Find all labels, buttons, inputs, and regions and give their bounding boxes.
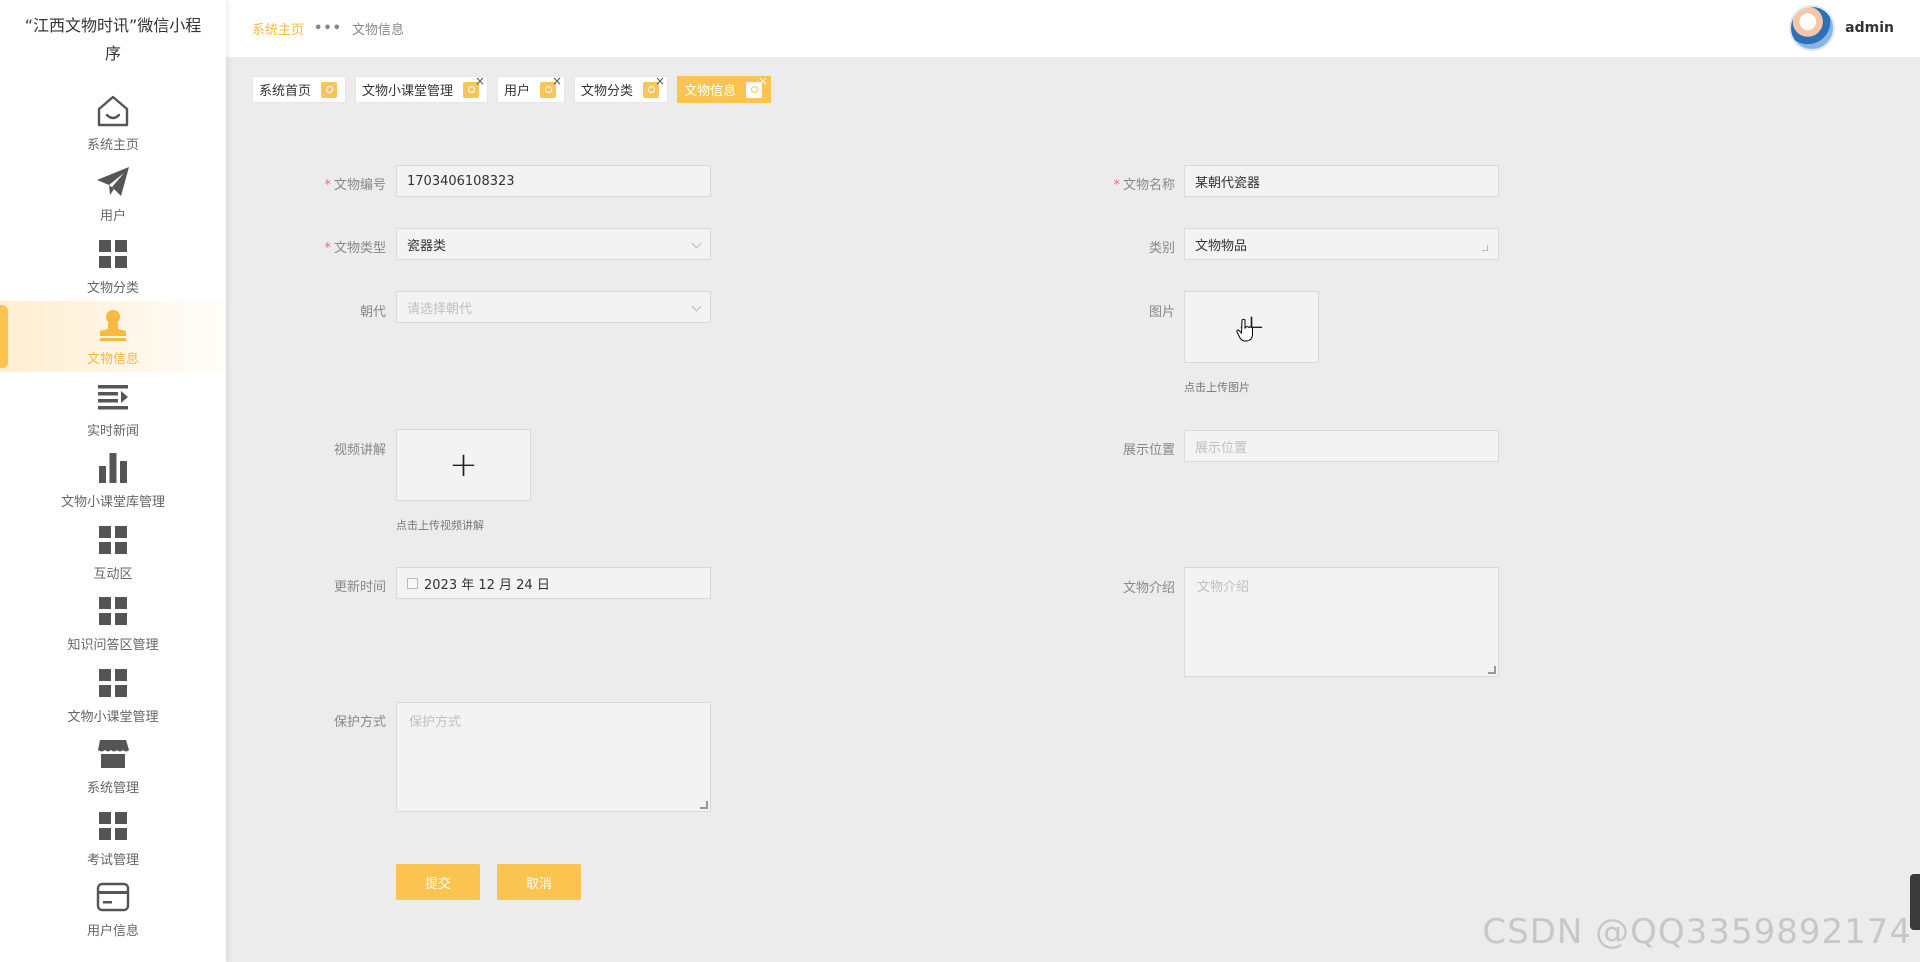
tab-label: 文物信息: [684, 84, 737, 99]
user-menu[interactable]: admin: [1789, 5, 1894, 51]
breadcrumb-home-link[interactable]: 系统主页: [252, 19, 304, 38]
sidebar-item-class-manage[interactable]: 文物小课堂管理: [0, 658, 226, 730]
tab-label: 系统首页: [259, 84, 312, 99]
location-input[interactable]: 展示位置: [1184, 430, 1499, 462]
resize-grip-icon[interactable]: [1488, 666, 1496, 674]
home-icon: [93, 91, 133, 131]
sidebar-item-qa[interactable]: 知识问答区管理: [0, 587, 226, 659]
tab-bar: 系统首页 文物小课堂管理 × 用户 × 文物分类 × 文物信息 ×: [252, 74, 780, 103]
sidebar-item-home[interactable]: 系统主页: [0, 86, 226, 158]
sidebar-item-interaction[interactable]: 互动区: [0, 515, 226, 587]
tab-system-home[interactable]: 系统首页: [252, 76, 347, 103]
sidebar-item-label: 用户: [99, 209, 126, 225]
breadcrumb-separator: •••: [314, 21, 342, 36]
side-widget[interactable]: [1910, 874, 1920, 930]
avatar[interactable]: [1789, 5, 1836, 51]
sidebar-item-class-library[interactable]: 文物小课堂库管理: [0, 444, 226, 516]
close-icon[interactable]: ×: [552, 74, 562, 88]
watermark: CSDN @QQ3359892174: [1482, 912, 1912, 952]
sidebar-item-label: 文物小课堂管理: [67, 709, 159, 725]
sidebar-item-news[interactable]: 实时新闻: [0, 372, 226, 444]
refresh-icon[interactable]: [321, 81, 338, 98]
tab-users[interactable]: 用户 ×: [497, 74, 566, 103]
calendar-icon: [407, 577, 418, 589]
tab-relic-info[interactable]: 文物信息 ×: [677, 74, 772, 103]
plus-icon: +: [449, 445, 478, 485]
tab-label: 用户: [504, 84, 531, 99]
sidebar-menu: 系统主页 用户 文物分类 文物信息 实时新闻 文物小课堂库管理 互动区 知识问答…: [0, 86, 226, 944]
grid-icon: [93, 806, 133, 846]
stamp-icon: [93, 305, 133, 345]
card-icon: [93, 877, 133, 917]
breadcrumb: 系统主页 ••• 文物信息: [226, 19, 404, 38]
image-label: 图片: [1148, 305, 1175, 320]
sidebar-item-exam[interactable]: 考试管理: [0, 801, 226, 873]
chevron-down-icon: [691, 301, 702, 312]
protection-textarea[interactable]: 保护方式: [396, 702, 711, 812]
sidebar-item-label: 系统主页: [86, 137, 139, 153]
sidebar-item-relic-category[interactable]: 文物分类: [0, 229, 226, 301]
video-upload[interactable]: +: [396, 429, 531, 501]
breadcrumb-current: 文物信息: [351, 23, 404, 38]
sidebar-item-label: 考试管理: [86, 852, 139, 868]
top-header: 系统主页 ••• 文物信息 admin: [226, 0, 1920, 57]
close-icon[interactable]: ×: [475, 74, 485, 88]
tab-label: 文物分类: [581, 84, 634, 99]
relic-name-label: * 文物名称: [1113, 178, 1175, 193]
dynasty-select[interactable]: 请选择朝代: [396, 291, 711, 323]
sidebar: “江西文物时讯”微信小程序 系统主页 用户 文物分类 文物信息 实时新闻 文物小…: [0, 0, 226, 962]
grid-icon: [93, 663, 133, 703]
relic-name-input[interactable]: 某朝代瓷器: [1184, 165, 1499, 197]
dynasty-label: 朝代: [359, 305, 386, 320]
sidebar-item-label: 文物分类: [86, 280, 139, 296]
hand-cursor-icon: [1236, 318, 1253, 342]
grid-icon: [93, 234, 133, 274]
relic-code-label: * 文物编号: [324, 178, 386, 193]
resize-corner-icon: [1482, 245, 1488, 251]
sidebar-item-users[interactable]: 用户: [0, 158, 226, 230]
sidebar-item-label: 用户信息: [86, 924, 139, 940]
sidebar-item-user-info[interactable]: 用户信息: [0, 873, 226, 945]
image-upload-hint: 点击上传图片: [1184, 381, 1250, 394]
bar-chart-icon: [93, 448, 133, 488]
tab-label: 文物小课堂管理: [362, 84, 454, 99]
sidebar-item-label: 知识问答区管理: [67, 638, 159, 654]
category-label: 类别: [1148, 241, 1175, 256]
close-icon[interactable]: ×: [655, 74, 665, 88]
username[interactable]: admin: [1845, 20, 1894, 36]
sidebar-item-label: 文物小课堂库管理: [60, 495, 165, 511]
sidebar-item-system[interactable]: 系统管理: [0, 730, 226, 802]
video-label: 视频讲解: [333, 443, 386, 458]
tab-class-manage[interactable]: 文物小课堂管理 ×: [355, 74, 489, 103]
protection-label: 保护方式: [333, 715, 386, 730]
category-input[interactable]: 文物物品: [1184, 228, 1499, 260]
list-icon: [93, 377, 133, 417]
paper-plane-icon: [93, 162, 133, 202]
relic-type-select[interactable]: 瓷器类: [396, 228, 711, 260]
sidebar-item-label: 实时新闻: [86, 423, 139, 439]
relic-type-label: * 文物类型: [324, 241, 386, 256]
grid-icon: [93, 591, 133, 631]
location-label: 展示位置: [1122, 443, 1175, 458]
sidebar-item-label: 文物信息: [86, 352, 139, 368]
submit-button[interactable]: 提交: [396, 864, 480, 900]
tab-relic-category[interactable]: 文物分类 ×: [574, 74, 669, 103]
relic-code-input[interactable]: 1703406108323: [396, 165, 711, 197]
chevron-down-icon: [691, 238, 702, 249]
video-upload-hint: 点击上传视频讲解: [396, 519, 484, 532]
grid-icon: [93, 520, 133, 560]
resize-grip-icon[interactable]: [700, 801, 708, 809]
update-time-picker[interactable]: 2023 年 12 月 24 日: [396, 567, 711, 599]
app-title: “江西文物时讯”微信小程序: [24, 16, 202, 63]
close-icon[interactable]: ×: [758, 74, 768, 88]
intro-textarea[interactable]: 文物介绍: [1184, 567, 1499, 677]
sidebar-item-label: 系统管理: [86, 781, 139, 797]
sidebar-item-relic-info[interactable]: 文物信息: [0, 300, 226, 372]
cancel-button[interactable]: 取消: [497, 864, 581, 900]
sidebar-item-label: 互动区: [93, 566, 133, 582]
shop-icon: [93, 734, 133, 774]
intro-label: 文物介绍: [1122, 581, 1175, 596]
update-time-label: 更新时间: [333, 580, 386, 595]
